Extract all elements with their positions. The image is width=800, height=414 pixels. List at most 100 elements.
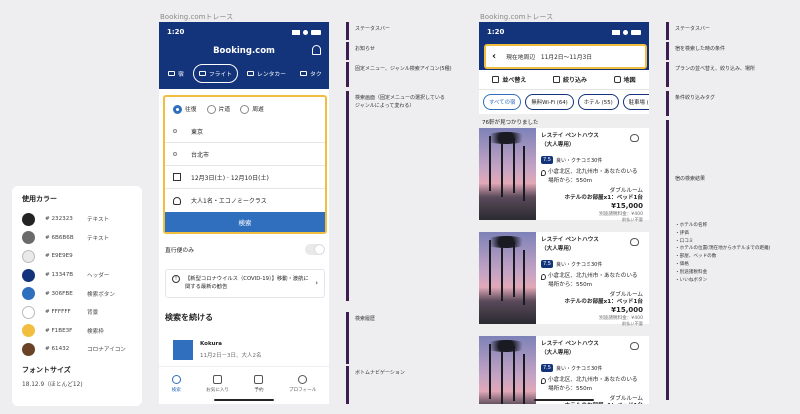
- briefcase-icon: [254, 374, 264, 384]
- swatch-list: # 232323 テキスト # 6B6B6B テキスト # E9E9E9 # 13347B…: [22, 210, 132, 359]
- hotel-card[interactable]: レステイ ペントハウス （大人専用） 7.5 良い・クチコミ30件 小倉北区、北九州市…: [479, 232, 649, 328]
- tab-hotel[interactable]: 宿: [163, 65, 189, 82]
- nav-item-heart[interactable]: お気に入り: [206, 374, 229, 393]
- person-icon: [173, 196, 181, 205]
- filter-chip[interactable]: 駐車場 (47: [622, 94, 649, 110]
- nav-item-profile[interactable]: プロフィール: [289, 374, 316, 393]
- filter-chip[interactable]: ホテル (55): [577, 94, 619, 110]
- tab-flight[interactable]: フライト: [192, 64, 239, 83]
- swatch-row: # F1BE3F 検索枠: [22, 322, 132, 341]
- status-icons: [292, 29, 321, 35]
- continue-title: 検索を続ける: [165, 312, 213, 322]
- hotel-location: 小倉北区、北九州市・あなたのいる場所から：550m: [548, 169, 638, 184]
- hotel-card[interactable]: レステイ ペントハウス （大人専用） 7.5 良い・クチコミ30件 小倉北区、北九州市…: [479, 336, 649, 404]
- action-filter[interactable]: 絞り込み: [552, 75, 587, 84]
- nav-item-search[interactable]: 検索: [171, 374, 181, 393]
- covid-notice[interactable]: ! 【新型コロナウイルス（COVID-19）】移動・渡航に関する最新の勧告 ›: [165, 269, 325, 298]
- status-time: 1:20: [167, 28, 185, 36]
- to-field[interactable]: 台北市: [165, 143, 325, 166]
- color-swatch: [22, 212, 35, 226]
- annotation-text: ・ホテルの名称 ・評価 ・口コミ ・ホテルの位置(現在地からホテルまでの距離) …: [675, 223, 771, 283]
- genre-tabs: 宿フライト レンタカー タク: [159, 60, 329, 83]
- hotel-results: レステイ ペントハウス （大人専用） 7.5 良い・クチコミ30件 小倉北区、北九州市…: [479, 128, 649, 404]
- hotel-photo: [479, 128, 536, 220]
- radio-icon: [173, 104, 182, 114]
- hotel-location: 小倉北区、北九州市・あなたのいる場所から：550m: [548, 377, 638, 392]
- date-field[interactable]: 12月3日(土) · 12月10日(土): [165, 166, 325, 189]
- bed-info: ホテルのお部屋x1：ベッド1台: [564, 299, 643, 305]
- trip-type-row: 往復 片道 周遊: [165, 97, 325, 120]
- bottom-nav: 検索 お気に入り 予約 プロフィール: [159, 366, 329, 396]
- sort-filter-bar: 並べ替え 絞り込み 地図: [479, 70, 649, 90]
- hotel-card[interactable]: レステイ ペントハウス （大人専用） 7.5 良い・クチコミ30件 小倉北区、北九州市…: [479, 128, 649, 224]
- nav-item-briefcase[interactable]: 予約: [254, 374, 264, 393]
- recent-search-card[interactable]: Kokura 11月2日－3日、大人2名: [173, 331, 317, 369]
- app-header: 1:20 Booking.com 宿フライト レンタカー タク: [159, 22, 329, 89]
- bell-icon[interactable]: [312, 45, 321, 55]
- search-condition-bar[interactable]: ‹ 現在地周辺 11月2日〜11月3日: [484, 44, 647, 69]
- home-indicator: [214, 399, 274, 401]
- phone2-screen: 1:20 ‹ 現在地周辺 11月2日〜11月3日 並べ替え 絞り込み 地図 すべての…: [479, 22, 649, 404]
- hotel-icon: [168, 71, 175, 76]
- heart-icon[interactable]: [630, 342, 639, 350]
- back-arrow-icon[interactable]: ‹: [492, 51, 496, 62]
- hotel-name: レステイ ペントハウス （大人専用）: [541, 341, 599, 356]
- color-swatch: [22, 324, 35, 338]
- filter-chip[interactable]: すべての宿: [483, 94, 522, 110]
- palette-title: 使用カラー: [22, 195, 57, 203]
- color-code: # 61432: [45, 346, 70, 353]
- action-map[interactable]: 地図: [613, 75, 636, 84]
- color-label: テキスト: [87, 217, 110, 224]
- trip-option[interactable]: 周遊: [240, 104, 264, 114]
- hotel-name: レステイ ペントハウス （大人専用）: [541, 133, 599, 148]
- color-label: 検索ボタン: [87, 291, 115, 298]
- filter-chip[interactable]: 無料Wi-Fi (64): [525, 94, 574, 110]
- swatch-row: # E9E9E9: [22, 247, 132, 266]
- annotation-bar: [666, 62, 669, 87]
- chevron-right-icon: ›: [315, 278, 318, 287]
- bed-info: ホテルのお部屋x1：ベッド1台: [564, 195, 643, 201]
- heart-icon[interactable]: [630, 134, 639, 142]
- search-icon: [171, 374, 181, 384]
- direct-only-toggle[interactable]: [305, 244, 325, 255]
- annotation-bar: [346, 366, 349, 404]
- swatch-row: # 61432 コロナアイコン: [22, 340, 132, 359]
- city-thumbnail: [173, 339, 193, 360]
- annotation-bar: [666, 91, 669, 116]
- origin-icon: [173, 129, 177, 133]
- phone2-caption: Booking.comトレース: [480, 13, 554, 21]
- brand-logo: Booking.com: [213, 46, 275, 56]
- heart-icon[interactable]: [630, 238, 639, 246]
- search-button[interactable]: 検索: [165, 212, 325, 232]
- annotation-text: プランの並べ替え、絞り込み、場所: [675, 66, 756, 72]
- swatch-row: # 6B6B6B テキスト: [22, 229, 132, 248]
- calendar-icon: [173, 173, 181, 181]
- destination-icon: [173, 152, 177, 156]
- swatch-row: # FFFFFF 背景: [22, 303, 132, 322]
- from-field[interactable]: 東京: [165, 120, 325, 143]
- tab-car[interactable]: レンタカー: [242, 65, 291, 82]
- color-code: # FFFFFF: [45, 309, 71, 316]
- home-indicator: [534, 399, 594, 401]
- passenger-field[interactable]: 大人1名・エコノミークラス: [165, 189, 325, 212]
- swatch-row: # 232323 テキスト: [22, 210, 132, 229]
- hotel-name: レステイ ペントハウス （大人専用）: [541, 237, 599, 252]
- color-swatch: [22, 287, 35, 301]
- sort-icon: [492, 76, 500, 83]
- price: ¥15,000: [611, 202, 643, 210]
- color-label: 背景: [87, 310, 99, 317]
- color-code: # 232323: [45, 216, 73, 223]
- tab-taxi[interactable]: タク: [295, 65, 327, 82]
- review-summary: 良い・クチコミ30件: [555, 365, 603, 372]
- trip-option[interactable]: 往復: [173, 104, 197, 114]
- action-sort[interactable]: 並べ替え: [492, 75, 526, 84]
- phone1-screen: 1:20 Booking.com 宿フライト レンタカー タク 往復 片道 周遊 東京 …: [159, 22, 329, 404]
- annotation-bar: [666, 120, 669, 400]
- color-swatch: [22, 268, 35, 282]
- trip-option[interactable]: 片道: [206, 104, 230, 114]
- location-pin-icon: [541, 378, 546, 384]
- price: ¥15,000: [611, 306, 643, 314]
- annotation-bar: [666, 42, 669, 60]
- color-code: # 306FBE: [45, 290, 73, 297]
- annotation-bar: [346, 62, 349, 87]
